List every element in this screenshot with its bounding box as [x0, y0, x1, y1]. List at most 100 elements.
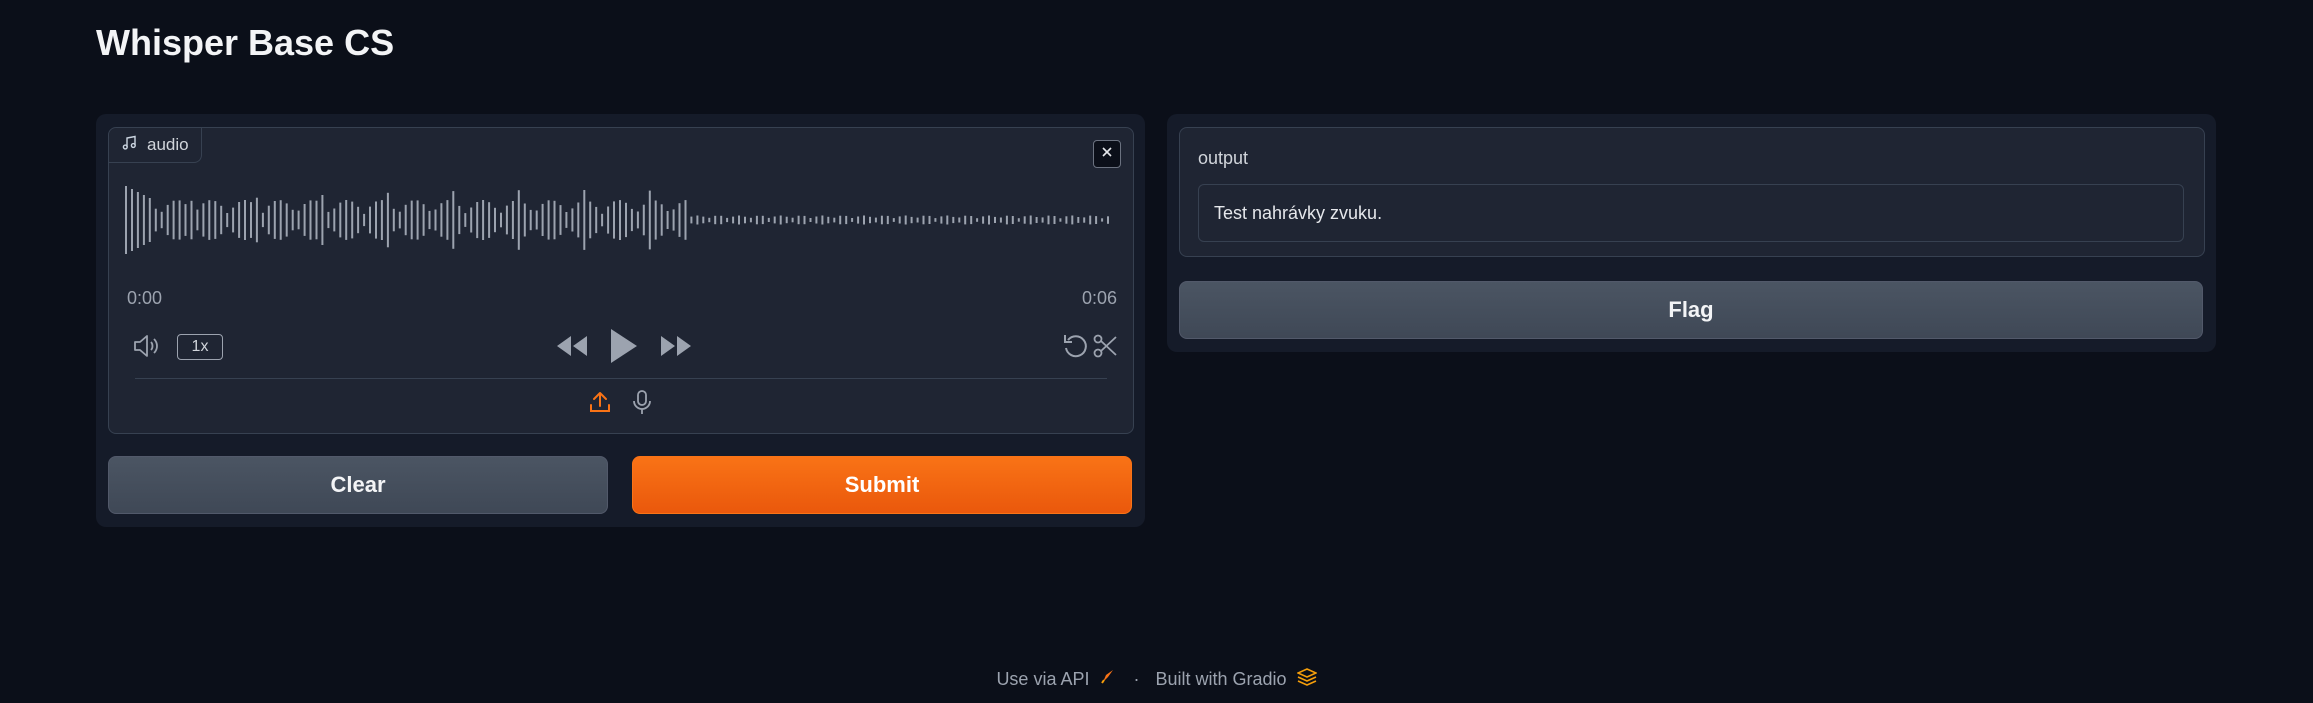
waveform-bar	[636, 211, 639, 229]
waveform-bar	[964, 215, 967, 225]
waveform-bar	[791, 217, 794, 223]
waveform-bar	[928, 215, 931, 224]
waveform-bar	[1005, 215, 1008, 225]
waveform-bar	[1083, 217, 1086, 223]
waveform-bar	[1011, 216, 1014, 224]
waveform-bar	[726, 217, 729, 223]
playback-controls: 1x	[129, 326, 1117, 370]
clear-audio-button[interactable]	[1093, 140, 1121, 168]
waveform-bar	[142, 195, 145, 245]
play-button[interactable]	[607, 328, 641, 368]
waveform-bar	[517, 190, 520, 250]
waveform-bar	[291, 209, 294, 231]
volume-button[interactable]	[129, 334, 165, 362]
waveform-bar	[1077, 217, 1080, 223]
upload-icon	[589, 390, 611, 419]
use-via-api-link[interactable]: Use via API	[996, 669, 1089, 690]
waveform-bar	[500, 212, 502, 228]
waveform-bar	[904, 215, 907, 225]
waveform-bar	[970, 216, 973, 225]
waveform-bar	[238, 202, 241, 238]
microphone-icon	[632, 389, 652, 420]
waveform-bar	[339, 202, 342, 238]
waveform-bar	[482, 200, 485, 240]
waveform-bar	[684, 200, 687, 240]
waveform-bar	[678, 203, 681, 237]
waveform-bar	[851, 218, 854, 222]
waveform-bar	[815, 216, 818, 224]
waveform-bar	[398, 211, 401, 229]
waveform-bar	[773, 216, 776, 224]
waveform-bar	[1089, 215, 1092, 225]
waveform-bar	[273, 201, 276, 239]
waveform-bar	[857, 216, 860, 224]
waveform-bar	[404, 204, 407, 236]
rewind-button[interactable]	[555, 332, 589, 364]
waveform-bar	[523, 203, 526, 237]
waveform-bar	[1059, 218, 1062, 222]
rocket-icon	[1099, 668, 1117, 691]
waveform-bar	[571, 208, 574, 232]
waveform-bar	[208, 200, 211, 240]
trim-button[interactable]	[1091, 334, 1119, 362]
waveform-bar	[541, 203, 544, 236]
waveform-bar	[988, 215, 990, 225]
flag-button[interactable]: Flag	[1179, 281, 2203, 339]
waveform-bar	[1017, 218, 1020, 222]
waveform-bar	[375, 201, 377, 239]
scissors-icon	[1092, 333, 1118, 364]
waveform-bar	[999, 217, 1002, 223]
waveform-bar	[488, 202, 491, 238]
playback-speed-button[interactable]: 1x	[177, 334, 223, 360]
audio-label: audio	[147, 135, 189, 154]
waveform-bar	[452, 191, 455, 249]
audio-divider	[135, 378, 1107, 379]
waveform-bar	[565, 212, 568, 228]
waveform-bar	[613, 201, 615, 239]
waveform-bar	[934, 218, 937, 222]
volume-icon	[132, 333, 162, 364]
music-note-icon	[121, 135, 137, 156]
waveform-bar	[321, 195, 324, 245]
microphone-source-button[interactable]	[630, 389, 654, 420]
waveform-bar	[440, 203, 443, 237]
waveform-bar	[148, 198, 151, 242]
output-component: output Test nahrávky zvuku.	[1179, 127, 2205, 257]
fast-forward-button[interactable]	[659, 332, 693, 364]
submit-button[interactable]: Submit	[632, 456, 1132, 514]
waveform-bar	[583, 190, 586, 250]
reset-button[interactable]	[1061, 334, 1091, 362]
output-textbox[interactable]: Test nahrávky zvuku.	[1198, 184, 2184, 242]
upload-source-button[interactable]	[588, 390, 612, 418]
waveform-bar	[589, 201, 592, 239]
waveform-bar	[261, 212, 264, 228]
waveform-bar	[690, 216, 693, 224]
audio-waveform[interactable]	[125, 180, 1113, 260]
waveform-bar	[738, 215, 740, 225]
waveform-bar	[267, 205, 270, 235]
waveform-bar	[369, 206, 371, 234]
waveform-bar	[601, 213, 604, 227]
waveform-bar	[916, 217, 919, 223]
waveform-bar	[303, 204, 306, 236]
time-duration: 0:06	[1081, 288, 1117, 308]
waveform-bar	[630, 208, 633, 232]
waveform-bar	[714, 215, 717, 225]
waveform-bar	[833, 217, 836, 223]
waveform-bar	[494, 207, 496, 233]
waveform-bar	[202, 203, 205, 237]
built-with-gradio-link[interactable]: Built with Gradio	[1155, 669, 1286, 690]
waveform-bar	[125, 186, 127, 254]
audio-source-selector	[109, 389, 1133, 420]
waveform-bar	[297, 210, 300, 230]
waveform-bar	[505, 205, 508, 235]
waveform-bar	[1101, 218, 1104, 222]
waveform-bar	[476, 202, 479, 239]
waveform-bar	[642, 204, 645, 236]
waveform-bar	[1035, 217, 1038, 223]
waveform-bar	[345, 200, 348, 240]
waveform-bar	[434, 209, 437, 231]
waveform-bar	[380, 200, 383, 240]
audio-label-badge: audio	[109, 128, 202, 163]
clear-button[interactable]: Clear	[108, 456, 608, 514]
